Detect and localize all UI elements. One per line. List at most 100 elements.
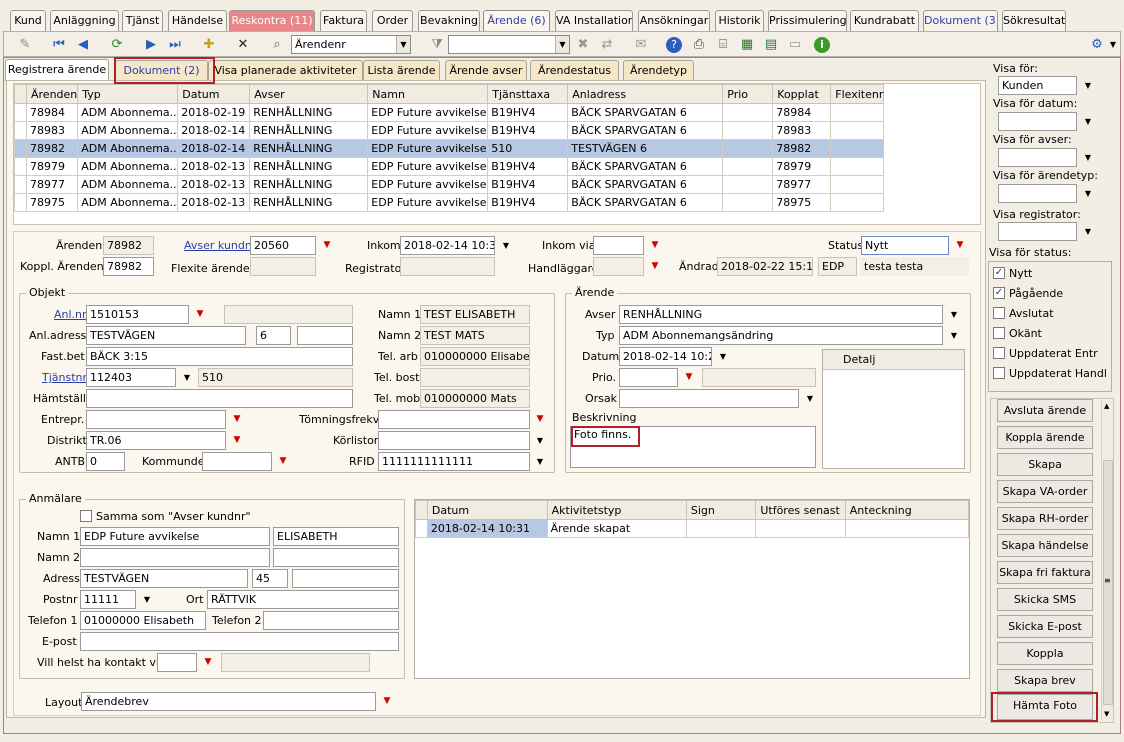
fastbet-field[interactable]: BÄCK 3:15 xyxy=(86,347,353,366)
anlnr-link[interactable]: Anl.nr xyxy=(54,308,87,321)
scroll-up-icon[interactable]: ▲ xyxy=(1104,402,1109,410)
anm-adress-nr-field[interactable]: 45 xyxy=(252,569,288,588)
filter-value-select[interactable]: ▼ xyxy=(448,35,570,54)
anladress-nr-field[interactable]: 6 xyxy=(256,326,291,345)
korlistor-field[interactable] xyxy=(378,431,530,450)
lookup-arrow-icon[interactable]: ▼ xyxy=(533,411,547,428)
back-icon[interactable]: ✎ xyxy=(16,36,34,54)
row-selector[interactable] xyxy=(415,519,428,538)
avser-kundnr-link[interactable]: Avser kundnr xyxy=(184,239,256,252)
column-header[interactable]: Flexitenr xyxy=(830,84,885,104)
arende-datum-field[interactable]: 2018-02-14 10:25 xyxy=(619,347,712,366)
status-checkbox[interactable] xyxy=(993,347,1005,359)
anm-namn2-field[interactable] xyxy=(80,548,270,567)
arende-avser-field[interactable]: RENHÅLLNING xyxy=(619,305,943,324)
top-tab[interactable]: Order xyxy=(372,10,413,31)
top-tab[interactable]: Tjänst xyxy=(122,10,163,31)
row-selector[interactable] xyxy=(14,193,27,212)
inkom-via-field[interactable] xyxy=(593,236,644,255)
top-tab[interactable]: Sökresultat xyxy=(1002,10,1066,31)
export-icon[interactable]: ▤ xyxy=(762,36,780,54)
anm-namn1-field[interactable]: EDP Future avvikelse xyxy=(80,527,270,546)
entrepr-field[interactable] xyxy=(86,410,226,429)
tomningsfrekv-field[interactable] xyxy=(378,410,530,429)
apply-filter-icon[interactable]: ⇄ xyxy=(598,36,616,54)
hamtstalle-field[interactable] xyxy=(86,389,353,408)
lookup-arrow-icon[interactable]: ▼ xyxy=(230,432,244,449)
column-header[interactable]: Ärenden xyxy=(25,84,79,104)
distrikt-field[interactable]: TR.06 xyxy=(86,431,226,450)
refresh-icon[interactable]: ⟳ xyxy=(108,36,126,54)
action-button[interactable]: Skapa händelse xyxy=(997,534,1093,557)
top-tab[interactable]: Kundrabatt xyxy=(850,10,919,31)
column-header[interactable]: Namn xyxy=(367,84,489,104)
top-tab[interactable]: Kund xyxy=(10,10,46,31)
chevron-down-icon[interactable]: ▼ xyxy=(1081,185,1095,202)
anm-adress-extra-field[interactable] xyxy=(292,569,399,588)
lookup-arrow-icon[interactable]: ▼ xyxy=(193,306,207,323)
mail-icon[interactable]: ✉ xyxy=(632,36,650,54)
clear-filter-icon[interactable]: ✖ xyxy=(574,36,592,54)
koppl-arendenr-field[interactable]: 78982 xyxy=(103,257,154,276)
column-header[interactable]: Anteckning xyxy=(844,500,970,520)
inner-tab[interactable]: Lista ärende xyxy=(363,60,440,80)
chevron-down-icon[interactable]: ▼ xyxy=(1081,77,1095,94)
lookup-arrow-icon[interactable]: ▼ xyxy=(380,693,394,710)
chevron-down-icon[interactable]: ▼ xyxy=(1081,113,1095,130)
column-header[interactable]: Kopplat xyxy=(772,84,832,104)
column-header[interactable]: Avser xyxy=(249,84,369,104)
lookup-arrow-icon[interactable]: ▼ xyxy=(648,237,662,254)
column-header[interactable]: Datum xyxy=(426,500,548,520)
table-row[interactable]: 78984 ADM Abonnema... 2018-02-19 RENHÅLLNIN… xyxy=(14,103,885,122)
avser-kundnr-field[interactable]: 20560 xyxy=(250,236,316,255)
top-tab[interactable]: Reskontra (11) xyxy=(229,10,315,31)
status-checkbox[interactable]: ✓ xyxy=(993,267,1005,279)
top-tab[interactable]: Faktura xyxy=(320,10,367,31)
lookup-arrow-icon[interactable]: ▼ xyxy=(276,453,290,470)
next-record-icon[interactable]: ▶ xyxy=(142,36,160,54)
action-scrollbar[interactable]: ▲ ≡ ▼ xyxy=(1101,400,1113,720)
row-selector[interactable] xyxy=(14,121,27,140)
first-record-icon[interactable]: ⏮ xyxy=(50,36,68,54)
top-tab[interactable]: Händelse xyxy=(168,10,227,31)
beskrivning-textarea[interactable]: Foto finns. xyxy=(570,426,816,468)
visa-avser-field[interactable] xyxy=(998,148,1077,167)
info-icon[interactable]: i xyxy=(814,37,830,53)
help-icon[interactable]: ? xyxy=(666,37,682,53)
print-icon[interactable]: ⎙ xyxy=(690,36,708,54)
anladress-field[interactable]: TESTVÄGEN xyxy=(86,326,246,345)
handlaggare-field[interactable] xyxy=(593,257,644,276)
search-field-select[interactable]: Ärendenr ▼ xyxy=(291,35,411,54)
column-header[interactable]: Aktivitetstyp xyxy=(546,500,687,520)
visa-datum-field[interactable] xyxy=(998,112,1077,131)
top-tab[interactable]: Historik xyxy=(715,10,764,31)
action-button[interactable]: Koppla ärende xyxy=(997,426,1093,449)
anm-epost-field[interactable] xyxy=(80,632,399,651)
chevron-down-icon[interactable]: ▼ xyxy=(533,453,547,470)
print-preview-icon[interactable]: ⌸ xyxy=(714,36,732,54)
action-button[interactable]: Skapa brev xyxy=(997,669,1093,692)
chevron-down-icon[interactable]: ▼ xyxy=(499,237,513,254)
registrator-field[interactable] xyxy=(400,257,495,276)
column-header[interactable]: Anladress xyxy=(567,84,724,104)
action-button[interactable]: Hämta Foto xyxy=(997,694,1093,720)
visa-registrator-field[interactable] xyxy=(998,222,1077,241)
top-tab[interactable]: Anläggning xyxy=(50,10,119,31)
new-record-icon[interactable]: ✚ xyxy=(200,36,218,54)
anm-telefon2-field[interactable] xyxy=(263,611,399,630)
table-row[interactable]: 78983 ADM Abonnema... 2018-02-14 RENHÅLLNIN… xyxy=(14,121,885,140)
inner-tab[interactable]: Dokument (2) xyxy=(115,60,208,80)
table-row[interactable]: 2018-02-14 10:31 Ärende skapat xyxy=(415,519,970,538)
lookup-arrow-icon[interactable]: ▼ xyxy=(682,369,696,386)
anlnr-field[interactable]: 1510153 xyxy=(86,305,189,324)
action-button[interactable]: Skapa VA-order xyxy=(997,480,1093,503)
rfid-field[interactable]: 1111111111111 xyxy=(378,452,530,471)
binoculars-icon[interactable]: ⌕ xyxy=(268,36,286,54)
action-button[interactable]: Skapa bevakning xyxy=(997,453,1093,492)
status-field[interactable]: Nytt xyxy=(861,236,949,255)
top-tab[interactable]: Bevakning xyxy=(418,10,480,31)
table-row[interactable]: 78982 ADM Abonnema... 2018-02-14 RENHÅLLNIN… xyxy=(14,139,885,158)
action-button[interactable]: Skapa fri faktura xyxy=(997,561,1093,584)
inkom-field[interactable]: 2018-02-14 10:31 xyxy=(400,236,495,255)
kontakt-via-field[interactable] xyxy=(157,653,197,672)
